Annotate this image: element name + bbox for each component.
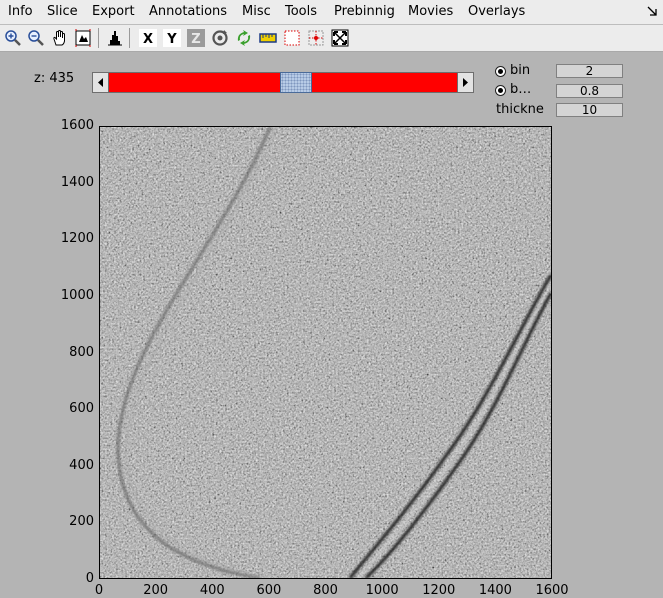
z-axis-icon[interactable]: Z [186,28,206,48]
thickness-field[interactable]: 10 [556,103,623,117]
menu-overlays[interactable]: Overlays [468,4,525,20]
bin-field[interactable]: 2 [556,64,623,78]
y-axis-label: Y [166,32,177,47]
menu-prebinnig[interactable]: Prebinnig [334,4,395,20]
y-tick-label: 600 [69,401,94,417]
y-tick-label: 800 [69,344,94,360]
menu-overflow-icon[interactable] [647,6,657,16]
y-tick-label: 1400 [60,174,94,190]
menu-misc[interactable]: Misc [242,4,271,20]
menu-info[interactable]: Info [8,4,33,20]
x-axis-icon[interactable]: X [138,28,158,48]
histogram-icon[interactable] [105,28,125,48]
z-position-label: z: 435 [34,71,75,86]
menu-annotations[interactable]: Annotations [149,4,227,20]
x-axis-label: X [143,32,153,47]
toolbar: X Y Z [0,25,663,52]
z-axis-label: Z [191,32,200,47]
slider-track[interactable] [109,72,457,93]
menu-tools[interactable]: Tools [285,4,317,20]
y-tick-label: 1000 [60,287,94,303]
zoom-out-icon[interactable] [26,28,46,48]
y-tick-label: 1600 [60,118,94,133]
menubar: Info Slice Export Annotations Misc Tools… [0,0,663,25]
tomogram-image[interactable] [99,126,552,579]
bin-label: bin [510,63,531,78]
toolbar-separator [98,28,99,48]
bin-radio[interactable] [495,66,506,77]
pan-hand-icon[interactable] [50,28,70,48]
crosshair-icon[interactable] [306,28,326,48]
thickness-label: thickne [496,102,544,117]
y-tick-label: 400 [69,457,94,473]
b-field[interactable]: 0.8 [556,84,623,98]
y-tick-label: 1200 [60,231,94,247]
fit-image-icon[interactable] [73,28,93,48]
menu-export[interactable]: Export [92,4,135,20]
slider-right-arrow-icon[interactable] [457,72,474,93]
ruler-icon[interactable] [258,28,278,48]
y-tick-label: 200 [69,514,94,530]
recycle-icon[interactable] [234,28,254,48]
toolbar-separator [129,28,130,48]
fullscreen-icon[interactable] [330,28,350,48]
tomogram-texture [100,127,551,578]
y-axis-icon[interactable]: Y [162,28,182,48]
slider-left-arrow-icon[interactable] [92,72,109,93]
b-label: b… [510,82,532,97]
slider-thumb[interactable] [280,72,312,93]
zoom-in-icon[interactable] [3,28,23,48]
rotate-icon[interactable] [210,28,230,48]
menu-slice[interactable]: Slice [47,4,78,20]
b-radio[interactable] [495,85,506,96]
dotted-rect-icon[interactable] [282,28,302,48]
slice-slider[interactable] [92,72,474,93]
menu-movies[interactable]: Movies [408,4,453,20]
